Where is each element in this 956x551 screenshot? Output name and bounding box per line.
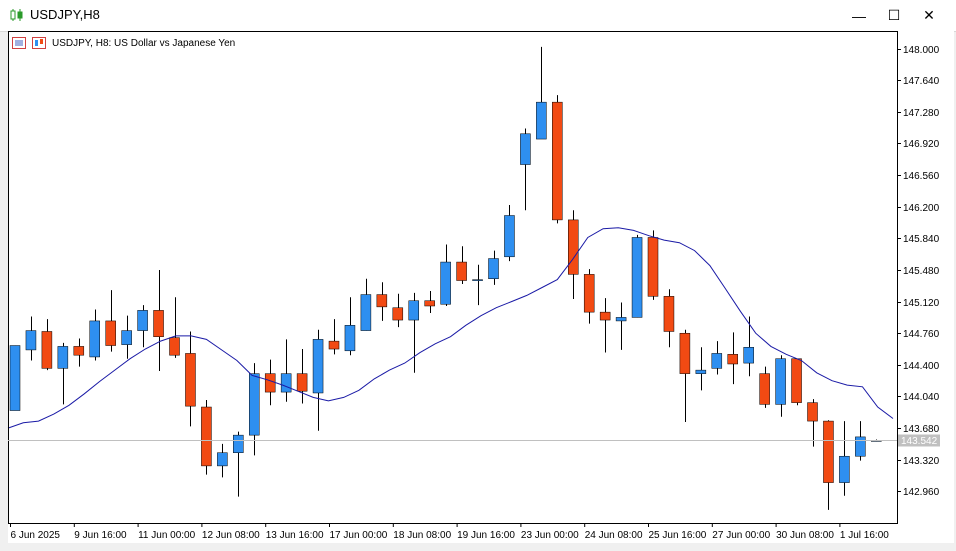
x-tick-label: 9 Jun 16:00 — [74, 530, 127, 541]
plot-border — [8, 31, 898, 524]
bull-candle — [312, 339, 324, 394]
x-tick-label: 6 Jun 2025 — [11, 530, 61, 541]
y-tick-label: 143.320 — [903, 456, 940, 467]
y-tick-label: 148.000 — [903, 45, 940, 56]
bear-candle — [823, 420, 834, 483]
bear-candle — [73, 346, 85, 356]
y-tick-label: 145.840 — [903, 234, 940, 245]
x-tick-label: 24 Jun 08:00 — [585, 530, 643, 541]
bear-candle — [568, 219, 579, 275]
y-tick-label: 145.120 — [903, 298, 940, 309]
x-tick-label: 1 Jul 16:00 — [840, 530, 889, 541]
x-tick-label: 11 Jun 00:00 — [138, 530, 196, 541]
y-tick-label: 147.640 — [903, 76, 940, 87]
bear-candle — [552, 101, 563, 221]
bull-candle — [360, 294, 372, 331]
bull-candle — [488, 258, 499, 280]
bear-candle — [599, 311, 611, 321]
y-tick-label: 144.400 — [903, 361, 940, 372]
x-tick-label: 18 Jun 08:00 — [393, 530, 451, 541]
bear-candle — [105, 320, 116, 346]
bear-candle — [153, 310, 164, 337]
bull-candle — [615, 317, 627, 322]
bear-candle — [201, 406, 212, 467]
y-tick-label: 146.200 — [903, 203, 940, 214]
x-tick-label: 13 Jun 16:00 — [266, 530, 324, 541]
bull-candle — [743, 347, 754, 364]
bear-candle — [392, 307, 404, 321]
y-tick-label: 146.920 — [903, 139, 940, 150]
bear-candle — [727, 354, 738, 365]
bear-candle — [424, 300, 435, 307]
bear-candle — [264, 373, 276, 393]
bear-candle — [169, 337, 180, 356]
x-tick-label: 27 Jun 00:00 — [712, 530, 770, 541]
y-tick-label: 147.280 — [903, 108, 940, 119]
bull-candle — [536, 101, 547, 140]
x-tick-label: 25 Jun 16:00 — [649, 530, 707, 541]
bear-candle — [456, 261, 467, 281]
bull-candle — [440, 261, 451, 305]
bear-candle — [663, 296, 675, 332]
bull-candle — [121, 330, 132, 345]
bull-candle — [695, 369, 707, 374]
axes-layer: 148.000 147.640 147.280 146.920 146.560 146.2… — [8, 31, 940, 541]
y-tick-label: 145.480 — [903, 266, 940, 277]
bull-candle — [839, 455, 850, 483]
bear-candle — [185, 353, 196, 407]
app-window: USDJPY,H8 — ☐ ✕ USDJPY, H8: US Dollar vs… — [0, 0, 956, 551]
y-tick-label: 144.040 — [903, 392, 940, 403]
bull-candle — [631, 237, 643, 318]
bear-candle — [296, 373, 308, 392]
price-chart[interactable]: 148.000 147.640 147.280 146.920 146.560 146.2… — [0, 0, 956, 551]
bear-candle — [583, 274, 595, 313]
bear-candle — [376, 294, 388, 308]
bull-candle — [25, 330, 37, 351]
bull-candle — [9, 345, 21, 411]
bull-candle — [344, 325, 356, 352]
bull-candle — [217, 452, 228, 467]
bull-candle — [504, 215, 515, 258]
bull-candle — [57, 346, 69, 369]
x-tick-label: 17 Jun 00:00 — [330, 530, 388, 541]
bear-candle — [807, 402, 818, 422]
x-tick-label: 30 Jun 08:00 — [776, 530, 834, 541]
x-tick-label: 23 Jun 00:00 — [521, 530, 579, 541]
bear-candle — [41, 331, 53, 369]
y-tick-label: 146.560 — [903, 171, 940, 182]
bull-candle — [137, 310, 148, 331]
bear-candle — [791, 358, 802, 403]
current-price-label: 143.542 — [901, 436, 938, 447]
bear-candle — [679, 332, 691, 374]
y-tick-label: 143.680 — [903, 424, 940, 435]
bull-candle — [520, 133, 531, 165]
bull-candle — [855, 436, 866, 457]
bull-candle — [233, 434, 244, 453]
bull-candle — [711, 353, 723, 369]
bull-candle — [472, 279, 483, 281]
bull-candle — [280, 373, 292, 393]
bull-candle — [408, 300, 419, 321]
bear-candle — [647, 237, 659, 297]
bull-candle — [89, 320, 100, 358]
x-tick-label: 19 Jun 16:00 — [457, 530, 515, 541]
bear-candle — [328, 340, 340, 350]
x-tick-label: 12 Jun 08:00 — [202, 530, 260, 541]
y-tick-label: 144.760 — [903, 329, 940, 340]
y-tick-label: 142.960 — [903, 487, 940, 498]
bull-candle — [775, 358, 786, 405]
bear-candle — [759, 373, 770, 405]
bull-candle — [249, 373, 260, 436]
